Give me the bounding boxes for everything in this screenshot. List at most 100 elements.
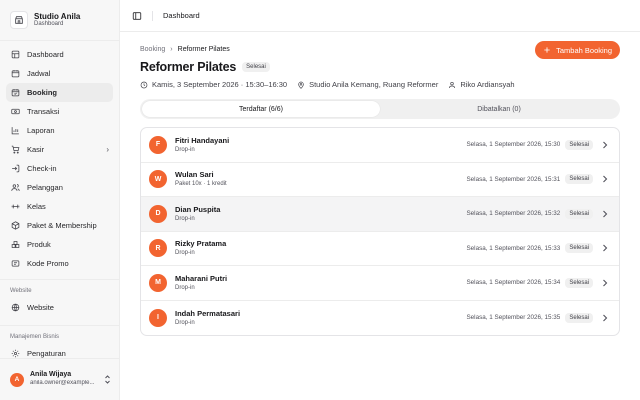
sidebar: Studio Anila Dashboard Dashboard Jadwal … [0,0,120,400]
ticket-icon [11,259,20,268]
sidebar-item-dashboard[interactable]: Dashboard [6,45,113,64]
sidebar-item-label: Paket & Membership [27,221,97,230]
chevron-right-icon [601,141,609,149]
sidebar-item-label: Pengaturan [27,349,66,358]
avatar: M [149,273,167,292]
checkin-icon [11,164,20,173]
chevron-right-icon [601,210,609,218]
brand[interactable]: Studio Anila Dashboard [0,0,119,38]
booking-plan: Drop-in [175,146,195,153]
sidebar-item-check-in[interactable]: Check-in [6,159,113,178]
sidebar-item-label: Dashboard [27,50,64,59]
sidebar-item-label: Check-in [27,164,57,173]
plus-icon [543,46,551,54]
meta-datetime: Kamis, 3 September 2026 · 15:30–16:30 [140,80,287,89]
sidebar-item-laporan[interactable]: Laporan [6,121,113,140]
settings-icon [11,349,20,358]
list-item[interactable]: D Dian Puspita Drop-in Selasa, 1 Septemb… [141,197,619,232]
package-icon [11,221,20,230]
booking-plan: Paket 10x · 1 kredit [175,181,227,188]
calendar-icon [11,69,20,78]
booking-time: Selasa, 1 September 2026, 15:34 [466,279,561,287]
booking-list: F Fitri Handayani Drop-in Selasa, 1 Sept… [140,127,620,336]
booking-time: Selasa, 1 September 2026, 15:31 [466,175,561,183]
user-icon [448,81,456,89]
list-item[interactable]: M Maharani Putri Drop-in Selasa, 1 Septe… [141,266,619,301]
sidebar-item-kelas[interactable]: Kelas [6,197,113,216]
booking-plan: Drop-in [175,215,195,222]
user-email: anila.owner@example... [30,380,95,387]
avatar: I [149,308,167,327]
breadcrumb-parent[interactable]: Booking [140,46,165,53]
add-booking-button[interactable]: Tambah Booking [535,41,620,59]
main: Dashboard Booking › Reformer Pilates Tam… [120,0,640,400]
booking-time: Selasa, 1 September 2026, 15:33 [466,244,561,252]
sidebar-item-website[interactable]: Website [6,298,113,317]
sidebar-item-label: Kasir [27,145,45,154]
status-badge: Selesai [242,62,270,72]
list-item[interactable]: I Indah Permatasari Drop-in Selasa, 1 Se… [141,301,619,336]
brand-subtitle: Dashboard [34,21,64,28]
customer-name: Indah Permatasari [175,308,241,318]
booking-time: Selasa, 1 September 2026, 15:35 [466,314,561,322]
cart-icon [11,145,20,154]
chevrons-up-down-icon [104,375,111,384]
tabs: Terdaftar (6/6) Dibatalkan (0) [140,99,620,119]
sidebar-item-label: Produk [27,240,51,249]
user-name: Anila Wijaya [30,371,72,379]
customer-name: Dian Puspita [175,204,221,214]
sidebar-item-label: Pelanggan [27,183,63,192]
booking-plan: Drop-in [175,284,195,291]
sidebar-item-transaksi[interactable]: Transaksi [6,102,113,121]
section-label-website: Website [10,288,32,294]
website-nav: Website [0,298,119,317]
product-icon [11,240,20,249]
user-menu[interactable]: A Anila Wijaya anila.owner@example... [0,358,119,400]
add-booking-label: Tambah Booking [556,45,612,55]
instructor-text: Riko Ardiansyah [460,80,515,89]
chevron-right-icon: › [170,45,173,53]
sidebar-item-label: Kode Promo [27,259,69,268]
status-badge: Selesai [565,208,593,219]
tab-dibatalkan[interactable]: Dibatalkan (0) [380,101,618,117]
chevron-right-icon [601,175,609,183]
sidebar-item-booking[interactable]: Booking [6,83,113,102]
avatar: A [10,372,24,387]
sidebar-item-label: Jadwal [27,69,51,78]
status-badge: Selesai [565,139,593,150]
list-item[interactable]: W Wulan Sari Paket 10x · 1 kredit Selasa… [141,163,619,197]
sidebar-item-paket-membership[interactable]: Paket & Membership [6,216,113,235]
sidebar-item-label: Website [27,303,54,312]
booking-time: Selasa, 1 September 2026, 15:30 [466,141,561,149]
topbar-title: Dashboard [163,11,200,20]
customer-name: Wulan Sari [175,170,214,180]
location-text: Studio Anila Kemang, Ruang Reformer [309,80,439,89]
banknote-icon [11,107,20,116]
sidebar-item-kasir[interactable]: Kasir › [6,140,113,159]
dashboard-icon [11,50,20,59]
list-item[interactable]: F Fitri Handayani Drop-in Selasa, 1 Sept… [141,128,619,163]
page-title: Reformer Pilates [140,60,237,74]
status-badge: Selesai [565,174,593,185]
topbar: Dashboard [120,0,640,32]
sidebar-item-jadwal[interactable]: Jadwal [6,64,113,83]
sidebar-item-label: Laporan [27,126,55,135]
sidebar-item-produk[interactable]: Produk [6,235,113,254]
sidebar-item-pelanggan[interactable]: Pelanggan [6,178,113,197]
booking-plan: Drop-in [175,250,195,257]
booking-time: Selasa, 1 September 2026, 15:32 [466,210,561,218]
chevron-right-icon: › [106,145,109,154]
customer-name: Fitri Handayani [175,135,230,145]
globe-icon [11,303,20,312]
sidebar-item-label: Booking [27,88,57,97]
map-pin-icon [297,81,305,89]
list-item[interactable]: R Rizky Pratama Drop-in Selasa, 1 Septem… [141,232,619,266]
meta-location: Studio Anila Kemang, Ruang Reformer [297,80,438,89]
sidebar-toggle-icon[interactable] [132,11,142,21]
brand-name: Studio Anila [34,11,81,21]
status-badge: Selesai [565,243,593,254]
users-icon [11,183,20,192]
tab-terdaftar[interactable]: Terdaftar (6/6) [142,101,380,117]
sidebar-item-kode-promo[interactable]: Kode Promo [6,254,113,273]
dumbbell-icon [11,202,20,211]
